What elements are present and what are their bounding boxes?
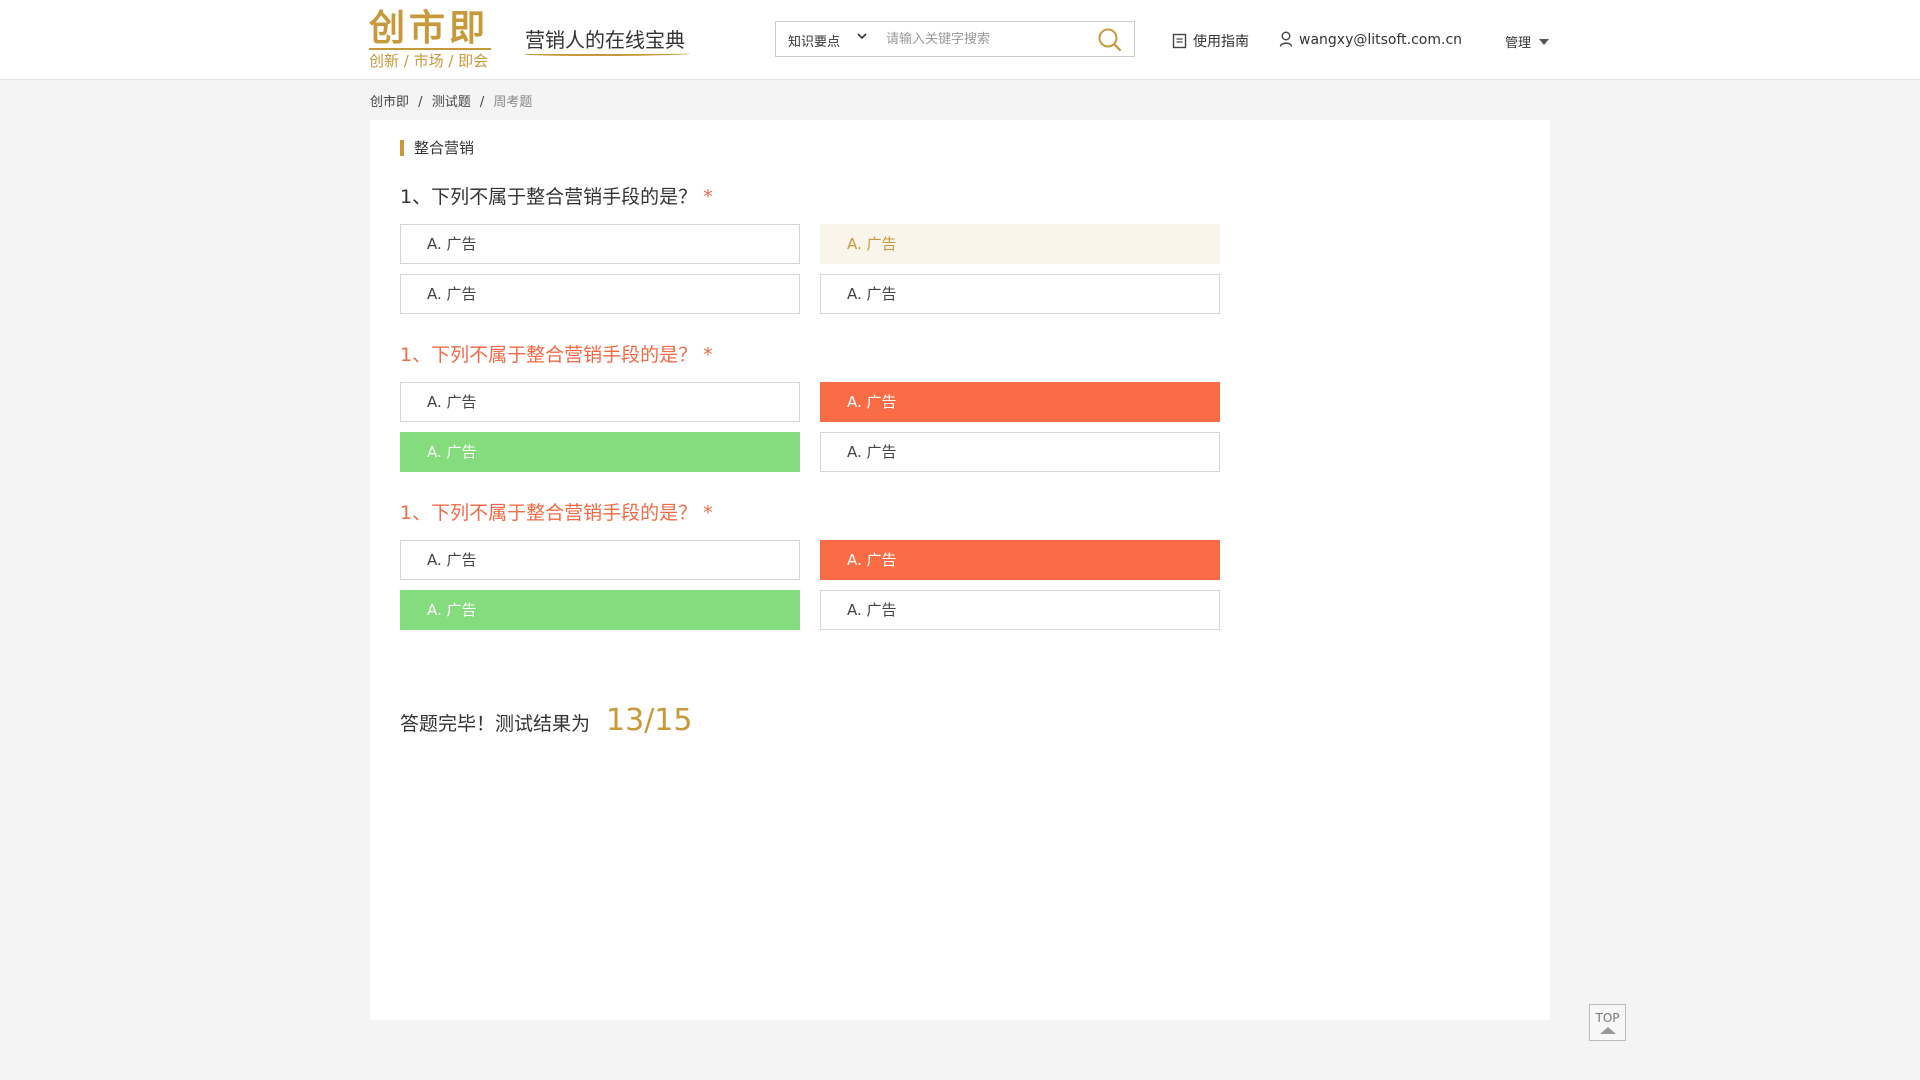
required-mark: * — [703, 344, 713, 366]
usage-guide-label: 使用指南 — [1193, 34, 1249, 50]
result-score: 13/15 — [606, 703, 693, 738]
quiz-card: 整合营销 1、下列不属于整合营销手段的是？ * A. 广告 A. 广告 A. 广告… — [370, 120, 1550, 1020]
question-title: 1、下列不属于整合营销手段的是？ * — [400, 498, 713, 525]
slogan-underline — [525, 52, 690, 56]
option-d[interactable]: A. 广告 — [820, 274, 1220, 314]
breadcrumb-tests[interactable]: 测试题 — [432, 95, 471, 110]
search-icon[interactable] — [1097, 27, 1123, 53]
top-header: 创市即 创新 / 市场 / 即会 营销人的在线宝典 知识要点 使用指南 wang… — [0, 0, 1920, 80]
breadcrumb-separator: / — [479, 95, 485, 110]
arrow-up-icon — [1599, 1027, 1616, 1034]
option-d[interactable]: A. 广告 — [820, 590, 1220, 630]
breadcrumb-separator: / — [418, 95, 423, 110]
manage-dropdown[interactable]: 管理 — [1505, 32, 1550, 51]
breadcrumb-home[interactable]: 创市即 — [370, 95, 409, 110]
back-to-top-button[interactable]: TOP — [1589, 1004, 1626, 1041]
required-mark: * — [703, 502, 713, 524]
search-bar: 知识要点 — [775, 21, 1135, 57]
search-category-select[interactable]: 知识要点 — [788, 31, 840, 50]
logo-subtitle: 创新 / 市场 / 即会 — [369, 48, 491, 71]
option-c-correct[interactable]: A. 广告 — [400, 590, 800, 630]
option-c[interactable]: A. 广告 — [400, 274, 800, 314]
option-b-wrong[interactable]: A. 广告 — [820, 540, 1220, 580]
option-d[interactable]: A. 广告 — [820, 432, 1220, 472]
section-title: 整合营销 — [400, 140, 474, 156]
user-icon — [1279, 31, 1299, 48]
question-title: 1、下列不属于整合营销手段的是？ * — [400, 182, 713, 209]
search-input[interactable] — [886, 29, 1086, 49]
chevron-down-icon[interactable] — [856, 30, 868, 46]
logo-title: 创市即 — [369, 7, 490, 49]
option-b-wrong[interactable]: A. 广告 — [820, 382, 1220, 422]
question-title: 1、下列不属于整合营销手段的是？ * — [400, 340, 713, 367]
option-a[interactable]: A. 广告 — [400, 382, 800, 422]
breadcrumb: 创市即 / 测试题 / 周考题 — [370, 91, 532, 110]
document-icon — [1172, 33, 1193, 50]
option-c-correct[interactable]: A. 广告 — [400, 432, 800, 472]
quiz-result: 答题完毕！测试结果为 13/15 — [400, 703, 692, 738]
question-text: 1、下列不属于整合营销手段的是？ — [400, 344, 698, 366]
caret-down-icon — [1539, 39, 1550, 45]
option-b[interactable]: A. 广告 — [820, 224, 1220, 264]
user-account[interactable]: wangxy@litsoft.com.cn — [1279, 31, 1462, 48]
manage-label: 管理 — [1505, 36, 1532, 51]
user-email: wangxy@litsoft.com.cn — [1299, 32, 1463, 48]
site-slogan: 营销人的在线宝典 — [525, 28, 685, 52]
breadcrumb-current: 周考题 — [493, 95, 533, 110]
option-a[interactable]: A. 广告 — [400, 540, 800, 580]
top-label: TOP — [1595, 1011, 1620, 1025]
usage-guide-link[interactable]: 使用指南 — [1172, 31, 1249, 51]
option-a[interactable]: A. 广告 — [400, 224, 800, 264]
question-text: 1、下列不属于整合营销手段的是？ — [400, 186, 698, 208]
required-mark: * — [703, 186, 713, 208]
site-logo[interactable]: 创市即 创新 / 市场 / 即会 — [369, 8, 499, 72]
question-text: 1、下列不属于整合营销手段的是？ — [400, 502, 698, 524]
result-text: 答题完毕！测试结果为 — [400, 713, 591, 735]
